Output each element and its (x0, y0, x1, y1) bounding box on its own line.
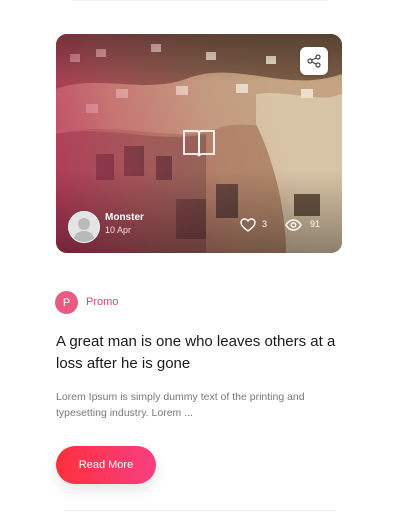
post-title[interactable]: A great man is one who leaves others at … (56, 331, 346, 375)
category-badge[interactable]: P (55, 291, 78, 314)
post-date: 10 Apr (105, 225, 132, 235)
heart-icon[interactable] (240, 218, 256, 232)
user-icon (73, 218, 95, 242)
share-button[interactable] (300, 47, 328, 75)
post-excerpt: Lorem Ipsum is simply dummy text of the … (56, 391, 305, 419)
bottom-divider (64, 510, 336, 511)
book-icon (183, 130, 215, 157)
read-more-button[interactable]: Read More (56, 446, 156, 484)
category-link[interactable]: Promo (86, 296, 118, 308)
view-count: 91 (310, 219, 321, 229)
share-icon (307, 54, 321, 68)
like-count: 3 (262, 219, 268, 229)
top-divider (72, 0, 328, 1)
author-avatar[interactable] (68, 211, 100, 243)
author-name[interactable]: Monster (105, 212, 144, 223)
eye-icon (285, 219, 302, 231)
